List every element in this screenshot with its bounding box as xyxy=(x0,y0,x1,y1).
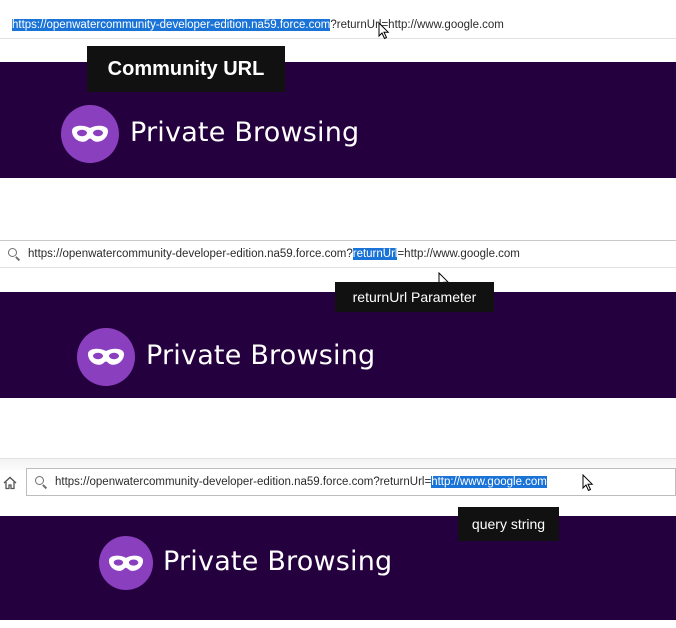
search-icon xyxy=(35,476,47,488)
address-bar[interactable]: https://openwatercommunity-developer-edi… xyxy=(0,240,676,268)
url-query-string-segment[interactable]: http://www.google.com xyxy=(431,476,547,488)
url-community-segment[interactable]: https://openwatercommunity-developer-edi… xyxy=(12,18,331,31)
private-browsing-mask-icon xyxy=(108,555,144,571)
private-browsing-title: Private Browsing xyxy=(130,117,360,148)
url-base-segment[interactable]: https://openwatercommunity-developer-edi… xyxy=(28,248,353,260)
mouse-cursor-icon xyxy=(582,474,594,492)
screenshot-panel-2: https://openwatercommunity-developer-edi… xyxy=(0,236,676,401)
home-icon[interactable] xyxy=(3,476,17,490)
private-browsing-mask-icon xyxy=(72,125,108,142)
url-query-segment[interactable]: ?returnUrl=http://www.google.com xyxy=(330,19,504,31)
callout-label: Community URL xyxy=(87,46,285,92)
private-browsing-title: Private Browsing xyxy=(163,546,393,577)
address-bar[interactable]: https://openwatercommunity-developer-edi… xyxy=(26,468,676,496)
screenshot-panel-3: https://openwatercommunity-developer-edi… xyxy=(0,458,676,628)
url-prefix-segment[interactable]: https://openwatercommunity-developer-edi… xyxy=(55,476,431,488)
url-param-value-segment[interactable]: =http://www.google.com xyxy=(397,248,519,260)
callout-label: returnUrl Parameter xyxy=(335,282,494,312)
private-browsing-logo xyxy=(99,536,153,590)
private-browsing-banner: Private Browsing xyxy=(0,516,676,620)
search-icon xyxy=(8,248,20,260)
private-browsing-logo xyxy=(61,105,119,163)
private-browsing-logo xyxy=(77,328,135,386)
private-browsing-mask-icon xyxy=(88,348,124,365)
mouse-cursor-icon xyxy=(378,22,390,40)
url-param-name-segment[interactable]: returnUrl xyxy=(352,248,398,260)
private-browsing-title: Private Browsing xyxy=(146,340,376,371)
address-bar[interactable]: https://openwatercommunity-developer-edi… xyxy=(0,11,676,39)
screenshot-panel-1: https://openwatercommunity-developer-edi… xyxy=(0,0,676,178)
callout-label: query string xyxy=(458,507,559,541)
